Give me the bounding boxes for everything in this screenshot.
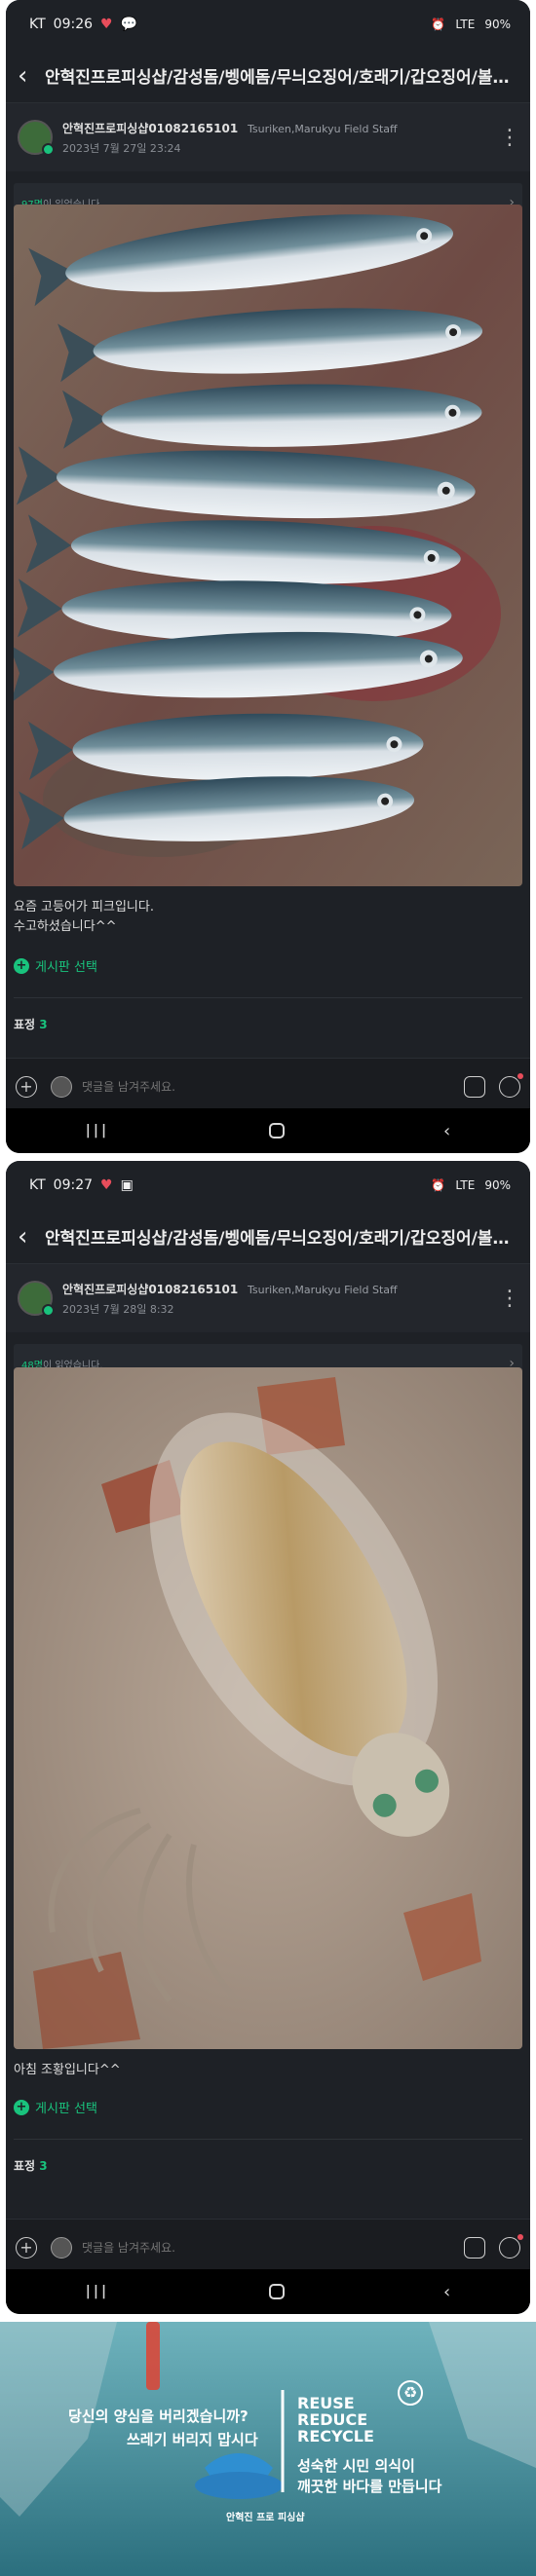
shop-name: 안혁진 프로 피싱샵: [226, 2513, 305, 2523]
reactions-label: 표정: [14, 1018, 36, 1031]
post-date: 2023년 7월 28일 8:32: [62, 1302, 174, 1316]
banner-line2: 쓰레기 버리지 맙시다: [127, 2431, 258, 2448]
post-line: 수고하셨습니다^^: [14, 919, 117, 934]
emoji-icon[interactable]: [499, 1072, 523, 1098]
avatar: [51, 2236, 72, 2259]
signal-label: LTE: [455, 1178, 476, 1192]
author-team: Tsuriken,Marukyu Field Staff: [248, 122, 398, 135]
reactions-section[interactable]: 표정 3: [14, 2139, 522, 2174]
system-navbar: ||| ‹: [6, 2269, 530, 2314]
post-line: 아침 조황입니다^^: [14, 2063, 121, 2077]
back-icon[interactable]: ‹: [18, 1222, 45, 1251]
post-photo-squid[interactable]: [14, 1367, 522, 2049]
post-photo-mackerel[interactable]: [14, 205, 522, 886]
board-title: 안혁진프로피싱샵/감성돔/벵에돔/무늬오징어/호래기/갑오징어/볼락/출조...: [45, 1229, 518, 1249]
clock: 09:26: [53, 17, 94, 32]
comment-bar: +: [6, 1058, 530, 1114]
phone-frame: KT 09:27 ♥ ▣ ⏰ LTE 90% ‹ 안혁진프로피싱샵/감성돔/벵에…: [6, 1161, 530, 2314]
plus-icon: +: [14, 957, 29, 974]
screenshot-1: KT 09:26 ♥ 💬 ⏰ LTE 90% ‹ 안혁진프로피싱샵/감성돔/벵에…: [0, 0, 536, 1161]
plus-icon: +: [14, 2099, 29, 2115]
reduce-text: REDUCE: [297, 2410, 368, 2429]
alarm-icon: ⏰: [431, 18, 446, 31]
signal-label: LTE: [455, 18, 476, 31]
slogan-line1: 성숙한 시민 의식이: [297, 2457, 415, 2475]
avatar[interactable]: [18, 1281, 55, 1317]
add-board-button[interactable]: + 게시판 선택: [14, 956, 97, 975]
home-icon[interactable]: [268, 2284, 285, 2299]
status-bar: KT 09:26 ♥ 💬 ⏰ LTE 90%: [6, 0, 530, 49]
recent-apps-icon[interactable]: |||: [86, 1123, 109, 1139]
chat-icon: 💬: [120, 17, 138, 32]
status-bar: KT 09:27 ♥ ▣ ⏰ LTE 90%: [6, 1161, 530, 1210]
staff-badge-icon: [42, 1304, 55, 1317]
avatar[interactable]: [18, 120, 55, 156]
emoji-icon[interactable]: [499, 2233, 523, 2259]
home-icon[interactable]: [268, 1123, 285, 1139]
more-icon[interactable]: ⋮: [499, 126, 520, 150]
battery-percent: 90%: [484, 1178, 511, 1192]
heart-icon: ♥: [100, 17, 113, 32]
add-board-label: 게시판 선택: [35, 2102, 97, 2116]
reactions-count: 3: [39, 1018, 48, 1031]
add-board-label: 게시판 선택: [35, 960, 97, 975]
avatar: [51, 1075, 72, 1098]
comment-input[interactable]: [82, 2240, 450, 2255]
mackerel-illustration: [14, 205, 522, 886]
comment-bar: +: [6, 2219, 530, 2275]
battery-percent: 90%: [484, 18, 511, 31]
banner-line1: 당신의 양심을 버리겠습니까?: [68, 2408, 249, 2425]
ocean-background: [0, 2322, 536, 2576]
nav-back-icon[interactable]: ‹: [443, 1121, 450, 1141]
author-team: Tsuriken,Marukyu Field Staff: [248, 1283, 398, 1296]
back-icon[interactable]: ‹: [18, 61, 45, 91]
plus-icon[interactable]: +: [16, 1075, 37, 1098]
nav-back-icon[interactable]: ‹: [443, 2282, 450, 2302]
comment-input[interactable]: [82, 1079, 450, 1094]
reuse-text: REUSE: [297, 2394, 355, 2412]
author-name[interactable]: 안혁진프로피싱샵01082165101: [62, 1283, 238, 1296]
post-date: 2023년 7월 27일 23:24: [62, 141, 181, 155]
app-header: ‹ 안혁진프로피싱샵/감성돔/벵에돔/무늬오징어/호래기/갑오징어/볼락/출조.…: [6, 1210, 530, 1264]
reactions-label: 표정: [14, 2159, 36, 2173]
carrier: KT: [29, 1177, 46, 1193]
recycle-text: RECYCLE: [297, 2427, 374, 2445]
recycle-icon: ♻: [398, 2380, 423, 2406]
staff-badge-icon: [42, 143, 55, 156]
plus-icon[interactable]: +: [16, 2236, 37, 2259]
recent-apps-icon[interactable]: |||: [86, 2284, 109, 2299]
post-line: 요즘 고등어가 피크입니다.: [14, 900, 154, 915]
clock: 09:27: [53, 1177, 94, 1193]
board-title: 안혁진프로피싱샵/감성돔/벵에돔/무늬오징어/호래기/갑오징어/볼락/출조...: [45, 68, 518, 88]
image-icon: ▣: [120, 1177, 134, 1193]
environment-banner: 당신의 양심을 버리겠습니까? 쓰레기 버리지 맙시다 ♻ REUSE REDU…: [0, 2322, 536, 2576]
phone-frame: KT 09:26 ♥ 💬 ⏰ LTE 90% ‹ 안혁진프로피싱샵/감성돔/벵에…: [6, 0, 530, 1153]
system-navbar: ||| ‹: [6, 1108, 530, 1153]
more-icon[interactable]: ⋮: [499, 1287, 520, 1311]
screenshot-2: KT 09:27 ♥ ▣ ⏰ LTE 90% ‹ 안혁진프로피싱샵/감성돔/벵에…: [0, 1161, 536, 2322]
post-body: 아침 조황입니다^^: [14, 2061, 522, 2080]
heart-icon: ♥: [100, 1177, 113, 1193]
add-board-button[interactable]: + 게시판 선택: [14, 2098, 97, 2116]
author-row: 안혁진프로피싱샵01082165101 Tsuriken,Marukyu Fie…: [6, 1264, 530, 1332]
squid-illustration: [14, 1367, 522, 2049]
post-body: 요즘 고등어가 피크입니다. 수고하셨습니다^^: [14, 898, 522, 937]
slogan-line2: 깨끗한 바다를 만듭니다: [297, 2478, 442, 2495]
lock-icon[interactable]: [464, 2236, 485, 2259]
lock-icon[interactable]: [464, 1075, 485, 1098]
carrier: KT: [29, 17, 46, 32]
author-name[interactable]: 안혁진프로피싱샵01082165101: [62, 122, 238, 135]
reactions-section[interactable]: 표정 3: [14, 997, 522, 1032]
alarm-icon: ⏰: [431, 1178, 446, 1192]
author-row: 안혁진프로피싱샵01082165101 Tsuriken,Marukyu Fie…: [6, 103, 530, 171]
reactions-count: 3: [39, 2159, 48, 2173]
app-header: ‹ 안혁진프로피싱샵/감성돔/벵에돔/무늬오징어/호래기/갑오징어/볼락/출조.…: [6, 49, 530, 103]
